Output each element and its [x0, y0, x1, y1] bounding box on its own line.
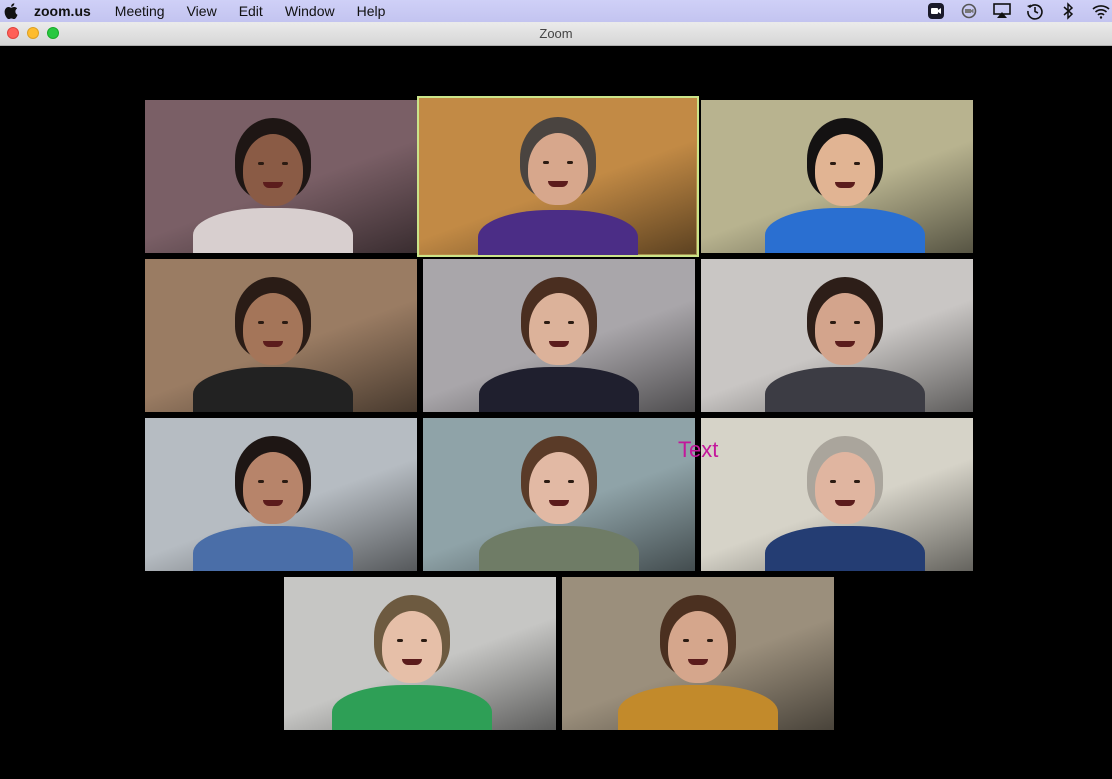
- window-title: Zoom: [539, 26, 573, 41]
- menu-edit[interactable]: Edit: [228, 0, 274, 22]
- menu-help[interactable]: Help: [346, 0, 397, 22]
- participant-torso: [193, 526, 353, 571]
- wifi-icon[interactable]: [1090, 2, 1112, 20]
- participant-face: [243, 452, 303, 525]
- participant-face: [243, 134, 303, 207]
- participant-torso: [332, 685, 492, 730]
- participant-mouth: [548, 180, 568, 187]
- participant-face: [529, 452, 589, 525]
- apple-menu-icon[interactable]: [4, 3, 18, 19]
- participant-video-tile[interactable]: [701, 418, 973, 571]
- participant-face: [243, 293, 303, 366]
- participant-torso: [479, 367, 639, 412]
- close-window-button[interactable]: [7, 27, 19, 39]
- window-title-bar: Zoom: [0, 22, 1112, 46]
- zoom-status-icon[interactable]: [925, 2, 947, 20]
- participant-video-tile[interactable]: [423, 259, 695, 412]
- participant-torso: [618, 685, 778, 730]
- participant-video-tile[interactable]: [145, 100, 417, 253]
- participant-video-tile[interactable]: [145, 418, 417, 571]
- participant-torso: [765, 208, 925, 253]
- menu-bar: zoom.us Meeting View Edit Window Help: [0, 0, 1112, 22]
- status-icons: [914, 0, 1112, 22]
- time-machine-icon[interactable]: [1024, 2, 1046, 20]
- camera-off-icon[interactable]: [958, 2, 980, 20]
- menu-app-name[interactable]: zoom.us: [34, 0, 104, 22]
- participant-video-tile[interactable]: [284, 577, 556, 730]
- participant-torso: [478, 210, 638, 255]
- minimize-window-button[interactable]: [27, 27, 39, 39]
- gallery-view: [0, 46, 1112, 779]
- airplay-icon[interactable]: [991, 2, 1013, 20]
- annotation-text: Text: [678, 437, 719, 462]
- participant-video-tile[interactable]: [562, 577, 834, 730]
- participant-torso: [193, 208, 353, 253]
- participant-torso: [193, 367, 353, 412]
- participant-video-tile[interactable]: [701, 100, 973, 253]
- participant-face: [668, 611, 728, 684]
- zoom-window-button[interactable]: [47, 27, 59, 39]
- menu-window[interactable]: Window: [274, 0, 346, 22]
- participant-face: [529, 293, 589, 366]
- menu-meeting[interactable]: Meeting: [104, 0, 176, 22]
- participant-torso: [765, 526, 925, 571]
- participant-video-tile[interactable]: [145, 259, 417, 412]
- bluetooth-icon[interactable]: [1057, 2, 1079, 20]
- participant-video-tile[interactable]: [701, 259, 973, 412]
- participant-face: [382, 611, 442, 684]
- window-controls: [7, 27, 59, 39]
- participant-face: [528, 132, 588, 205]
- participant-face: [815, 134, 875, 207]
- participant-face: [815, 293, 875, 366]
- participant-video-tile[interactable]: [423, 418, 695, 571]
- menu-view[interactable]: View: [176, 0, 228, 22]
- participant-eye: [543, 160, 549, 164]
- participant-torso: [479, 526, 639, 571]
- participant-face: [815, 452, 875, 525]
- participant-eye: [567, 160, 573, 164]
- participant-video-tile[interactable]: [417, 96, 699, 257]
- participant-torso: [765, 367, 925, 412]
